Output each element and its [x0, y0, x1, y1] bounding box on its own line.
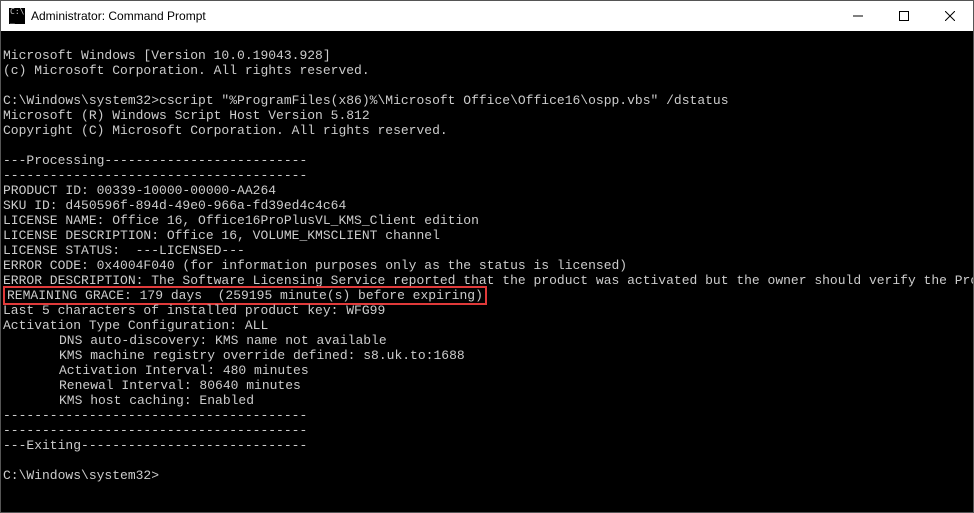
window-controls [835, 1, 973, 31]
titlebar[interactable]: C:\_ Administrator: Command Prompt [1, 1, 973, 31]
prompt-line: C:\Windows\system32> [3, 468, 159, 483]
kms-cache-line: KMS host caching: Enabled [3, 393, 254, 408]
command-prompt-window: C:\_ Administrator: Command Prompt Micro… [0, 0, 974, 513]
license-desc-line: LICENSE DESCRIPTION: Office 16, VOLUME_K… [3, 228, 440, 243]
activation-interval-line: Activation Interval: 480 minutes [3, 363, 309, 378]
terminal-output[interactable]: Microsoft Windows [Version 10.0.19043.92… [1, 31, 973, 512]
exiting-line: ---Exiting----------------------------- [3, 438, 307, 453]
processing-line: ---Processing-------------------------- [3, 153, 307, 168]
maximize-button[interactable] [881, 1, 927, 31]
separator-line: --------------------------------------- [3, 168, 307, 183]
license-status-line: LICENSE STATUS: ---LICENSED--- [3, 243, 245, 258]
error-code-line: ERROR CODE: 0x4004F040 (for information … [3, 258, 627, 273]
license-name-line: LICENSE NAME: Office 16, Office16ProPlus… [3, 213, 479, 228]
window-title: Administrator: Command Prompt [31, 9, 835, 23]
copyright-line: (c) Microsoft Corporation. All rights re… [3, 63, 370, 78]
separator-line-2: --------------------------------------- [3, 408, 307, 423]
cmd-icon: C:\_ [9, 8, 25, 24]
script-host-copyright: Copyright (C) Microsoft Corporation. All… [3, 123, 448, 138]
kms-machine-line: KMS machine registry override defined: s… [3, 348, 465, 363]
renewal-interval-line: Renewal Interval: 80640 minutes [3, 378, 301, 393]
script-host-version: Microsoft (R) Windows Script Host Versio… [3, 108, 370, 123]
command-line: C:\Windows\system32>cscript "%ProgramFil… [3, 93, 729, 108]
activation-type-line: Activation Type Configuration: ALL [3, 318, 268, 333]
dns-line: DNS auto-discovery: KMS name not availab… [3, 333, 387, 348]
product-id-line: PRODUCT ID: 00339-10000-00000-AA264 [3, 183, 276, 198]
separator-line-3: --------------------------------------- [3, 423, 307, 438]
sku-id-line: SKU ID: d450596f-894d-49e0-966a-fd39ed4c… [3, 198, 346, 213]
minimize-button[interactable] [835, 1, 881, 31]
close-button[interactable] [927, 1, 973, 31]
last5-line: Last 5 characters of installed product k… [3, 303, 385, 318]
os-version-line: Microsoft Windows [Version 10.0.19043.92… [3, 48, 331, 63]
remaining-grace-line: REMAINING GRACE: 179 days (259195 minute… [7, 288, 483, 303]
